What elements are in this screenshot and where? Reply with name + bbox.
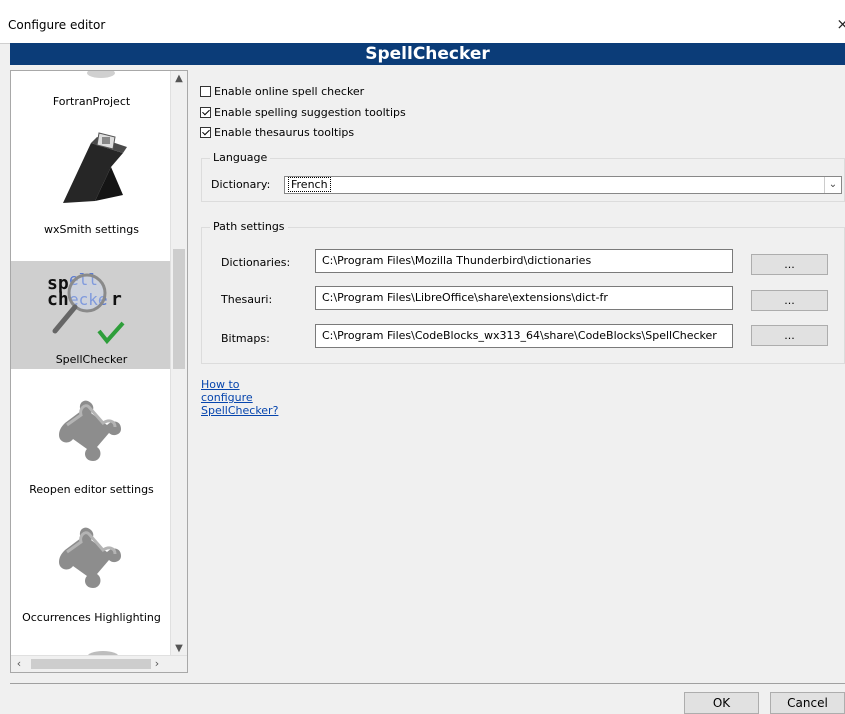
browse-bitmaps-button[interactable]: ... bbox=[751, 325, 828, 346]
puzzle-piece-icon bbox=[59, 400, 121, 461]
sidebar-item-fortranproject[interactable]: FortranProject bbox=[11, 71, 172, 131]
sidebar-item-wxsmith[interactable]: wxSmith settings bbox=[11, 131, 172, 241]
wxsmith-icon bbox=[63, 132, 127, 203]
sidebar-item-label: SpellChecker bbox=[55, 353, 128, 366]
sidebar-horizontal-scrollbar[interactable]: ‹ › bbox=[11, 655, 187, 672]
spellchecker-icon: sp ell ch ecke r bbox=[47, 270, 125, 345]
path-settings-group-label: Path settings bbox=[210, 220, 288, 233]
dictionary-select[interactable]: French ⌄ bbox=[284, 176, 842, 194]
panel-title: SpellChecker bbox=[10, 43, 845, 65]
bitmaps-path-input[interactable]: C:\Program Files\CodeBlocks_wx313_64\sha… bbox=[315, 324, 733, 348]
suggestion-tooltips-label: Enable spelling suggestion tooltips bbox=[214, 105, 406, 119]
ok-button[interactable]: OK bbox=[684, 692, 759, 714]
sidebar-item-occurrences-highlighting[interactable]: Occurrences Highlighting bbox=[11, 516, 172, 626]
puzzle-piece-icon bbox=[59, 527, 121, 588]
scroll-thumb[interactable] bbox=[31, 659, 151, 669]
thesauri-path-input[interactable]: C:\Program Files\LibreOffice\share\exten… bbox=[315, 286, 733, 310]
window-title: Configure editor bbox=[8, 18, 106, 32]
browse-dictionaries-button[interactable]: ... bbox=[751, 254, 828, 275]
sidebar-item-label: wxSmith settings bbox=[44, 223, 139, 236]
dictionary-selected-value: French bbox=[288, 177, 331, 192]
browse-thesauri-button[interactable]: ... bbox=[751, 290, 828, 311]
dictionaries-path-input[interactable]: C:\Program Files\Mozilla Thunderbird\dic… bbox=[315, 249, 733, 273]
suggestion-tooltips-checkbox[interactable] bbox=[200, 106, 211, 118]
scroll-thumb[interactable] bbox=[173, 249, 185, 369]
scroll-up-icon[interactable]: ▲ bbox=[171, 71, 187, 87]
settings-sidebar[interactable]: FortranProject wxSmith settings sp ell c… bbox=[10, 70, 188, 673]
dictionary-label: Dictionary: bbox=[211, 178, 271, 191]
scroll-right-icon[interactable]: › bbox=[149, 656, 165, 672]
dictionaries-label: Dictionaries: bbox=[221, 256, 291, 269]
path-settings-group: Path settings Dictionaries: C:\Program F… bbox=[201, 220, 845, 364]
online-spell-label: Enable online spell checker bbox=[214, 84, 365, 98]
icon-text-ch: ch bbox=[47, 289, 69, 310]
sidebar-item-spellchecker[interactable]: sp ell ch ecke r SpellChecker bbox=[11, 261, 172, 369]
sidebar-item-label: Occurrences Highlighting bbox=[22, 611, 161, 624]
sidebar-item-reopen-editor-settings[interactable]: Reopen editor settings bbox=[11, 389, 172, 501]
suggestion-tooltips-checkbox-row[interactable]: Enable spelling suggestion tooltips bbox=[200, 104, 406, 120]
sidebar-vertical-scrollbar[interactable]: ▲ ▼ bbox=[170, 71, 187, 657]
thesaurus-tooltips-checkbox-row[interactable]: Enable thesaurus tooltips bbox=[200, 124, 354, 140]
language-group-label: Language bbox=[210, 151, 271, 164]
online-spell-checkbox[interactable] bbox=[200, 85, 211, 97]
help-link[interactable]: How to configure SpellChecker? bbox=[201, 378, 278, 417]
thesaurus-tooltips-label: Enable thesaurus tooltips bbox=[214, 125, 355, 139]
bitmaps-label: Bitmaps: bbox=[221, 332, 270, 345]
language-group: Language Dictionary: French ⌄ bbox=[201, 151, 845, 202]
window-titlebar: Configure editor × bbox=[0, 0, 845, 44]
scroll-left-icon[interactable]: ‹ bbox=[11, 656, 27, 672]
footer-separator bbox=[10, 683, 845, 684]
sidebar-item-label: Reopen editor settings bbox=[29, 483, 154, 496]
chevron-down-icon[interactable]: ⌄ bbox=[824, 177, 841, 193]
icon-text-r: r bbox=[111, 289, 122, 310]
sidebar-item-label: FortranProject bbox=[52, 95, 131, 108]
thesaurus-tooltips-checkbox[interactable] bbox=[200, 126, 211, 138]
fortran-project-icon bbox=[87, 71, 115, 78]
online-spell-checkbox-row[interactable]: Enable online spell checker bbox=[200, 83, 364, 99]
close-icon[interactable]: × bbox=[836, 15, 845, 33]
cancel-button[interactable]: Cancel bbox=[770, 692, 845, 714]
thesauri-label: Thesauri: bbox=[221, 293, 273, 306]
